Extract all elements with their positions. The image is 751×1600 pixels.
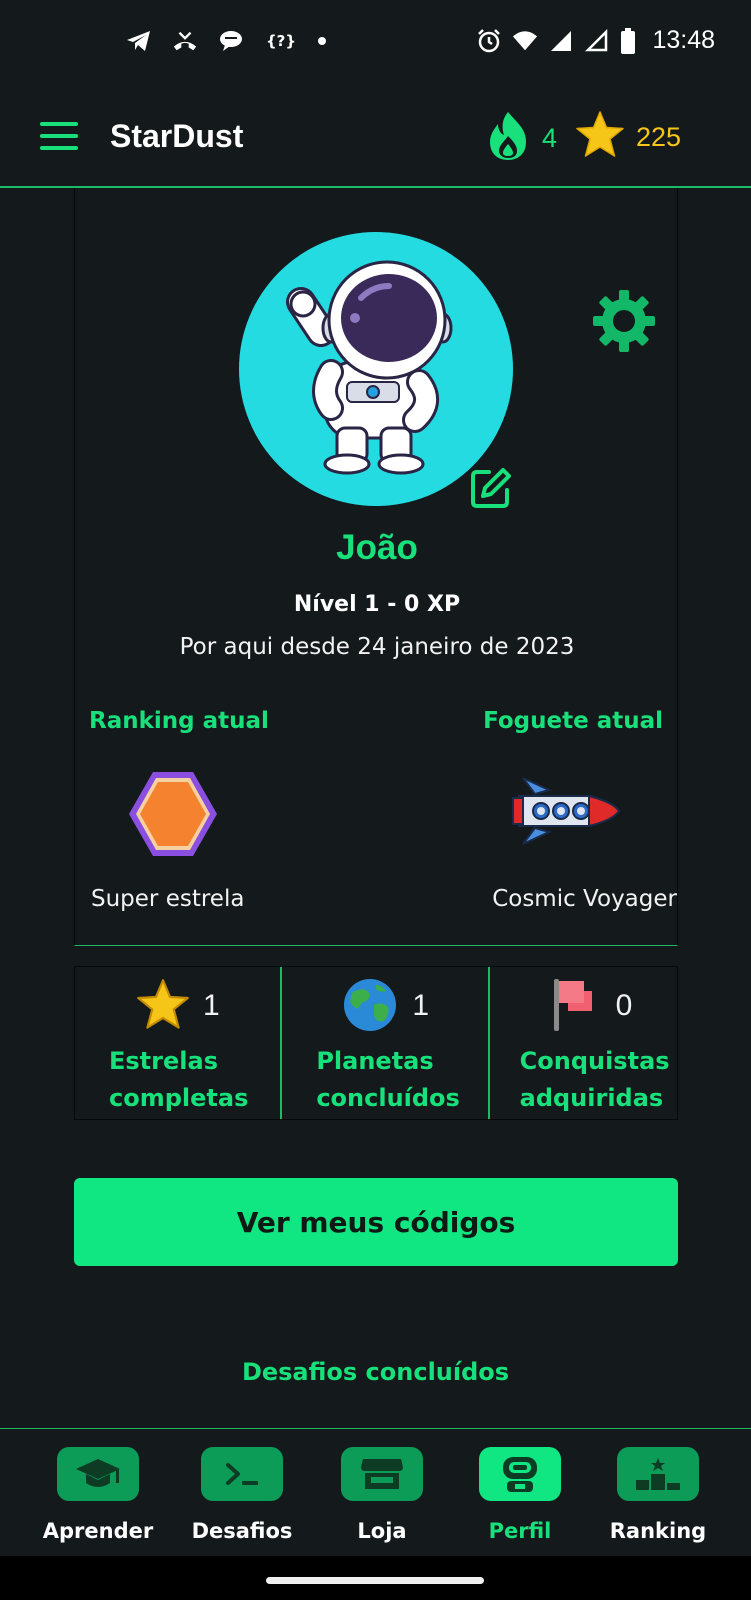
bottom-navigation: Aprender Desafios Loja Perfil Ranking xyxy=(0,1428,751,1556)
code-icon: {?} xyxy=(265,32,297,50)
stat-label-line: concluídos xyxy=(316,1084,460,1112)
app-header: StarDust 4 225 xyxy=(0,92,751,188)
avatar xyxy=(239,232,513,506)
app-root: {?} 13:48 StarDust 4 225 João Nível 1 - … xyxy=(0,0,751,1600)
member-since: Por aqui desde 24 janeiro de 2023 xyxy=(179,634,575,660)
stat-label-line: Estrelas xyxy=(109,1047,218,1075)
star-counter: 225 xyxy=(574,110,681,164)
status-time: 13:48 xyxy=(652,26,715,54)
stats-panel: 1 Estrelas completas 1 Planetas concluíd… xyxy=(74,966,678,1120)
rocket-icon xyxy=(509,776,621,846)
stat-label-line: Planetas xyxy=(316,1047,434,1075)
graduation-cap-icon xyxy=(57,1447,139,1501)
dot-icon xyxy=(318,37,326,45)
home-gesture-bar[interactable] xyxy=(266,1577,484,1584)
edit-avatar-icon[interactable] xyxy=(469,466,513,510)
star-count: 225 xyxy=(636,121,682,152)
user-level: Nível 1 - 0 XP xyxy=(293,592,461,617)
app-title: StarDust xyxy=(110,118,244,154)
stat-label-line: adquiridas xyxy=(519,1084,664,1112)
flame-icon xyxy=(486,110,530,166)
nav-item-challenges[interactable]: Desafios xyxy=(182,1447,302,1543)
stat-value: 0 xyxy=(615,989,633,1022)
chat-bubble-icon xyxy=(218,28,244,54)
alarm-icon xyxy=(476,28,502,54)
nav-item-profile[interactable]: Perfil xyxy=(460,1447,580,1543)
status-notifications: {?} xyxy=(126,28,326,54)
nav-item-ranking[interactable]: Ranking xyxy=(598,1447,718,1543)
astronaut-illustration xyxy=(286,260,453,475)
settings-gear-icon[interactable] xyxy=(591,288,657,354)
telegram-icon xyxy=(126,28,152,54)
podium-icon xyxy=(617,1447,699,1501)
rocket-title: Foguete atual xyxy=(483,708,663,734)
stat-label-line: completas xyxy=(109,1084,249,1112)
star-icon xyxy=(574,110,626,164)
nav-label: Aprender xyxy=(42,1519,154,1543)
challenges-completed-title: Desafios concluídos xyxy=(241,1358,510,1386)
stat-achievements: 0 Conquistas adquiridas xyxy=(487,967,677,1119)
hamburger-menu-icon[interactable] xyxy=(40,122,78,152)
stat-label: Estrelas completas xyxy=(109,1043,248,1117)
signal-empty-icon xyxy=(584,28,610,54)
battery-icon xyxy=(620,27,636,54)
ranking-name: Super estrela xyxy=(91,886,245,912)
astronaut-icon xyxy=(479,1447,561,1501)
streak-counter: 4 xyxy=(486,110,557,166)
flag-icon xyxy=(548,977,604,1033)
streak-count: 4 xyxy=(542,122,558,153)
wifi-icon xyxy=(512,28,538,54)
nav-label: Perfil xyxy=(488,1519,552,1543)
status-system: 13:48 xyxy=(476,26,715,55)
stat-label: Conquistas adquiridas xyxy=(520,1043,670,1117)
stat-label: Planetas concluídos xyxy=(316,1043,460,1117)
profile-card: João Nível 1 - 0 XP Por aqui desde 24 ja… xyxy=(74,188,678,946)
nav-label: Ranking xyxy=(609,1519,707,1543)
stat-stars: 1 Estrelas completas xyxy=(75,967,280,1119)
ranking-badge-icon xyxy=(125,766,221,862)
stat-value: 1 xyxy=(203,989,220,1022)
star-icon xyxy=(135,977,191,1033)
nav-item-learn[interactable]: Aprender xyxy=(38,1447,158,1543)
stat-planets: 1 Planetas concluídos xyxy=(280,967,487,1119)
nav-label: Loja xyxy=(357,1519,407,1543)
stat-value: 1 xyxy=(412,989,429,1022)
view-codes-button[interactable]: Ver meus códigos xyxy=(74,1178,678,1266)
nav-label: Desafios xyxy=(191,1519,293,1543)
store-icon xyxy=(341,1447,423,1501)
stat-label-line: Conquistas xyxy=(519,1047,670,1075)
terminal-icon xyxy=(201,1447,283,1501)
status-bar: {?} 13:48 xyxy=(0,0,751,86)
ranking-title: Ranking atual xyxy=(89,708,269,734)
nav-item-store[interactable]: Loja xyxy=(322,1447,442,1543)
user-name: João xyxy=(336,528,418,567)
signal-icon xyxy=(548,28,574,54)
planet-icon xyxy=(342,977,398,1033)
missed-call-icon xyxy=(172,28,198,54)
rocket-name: Cosmic Voyager xyxy=(492,886,677,912)
